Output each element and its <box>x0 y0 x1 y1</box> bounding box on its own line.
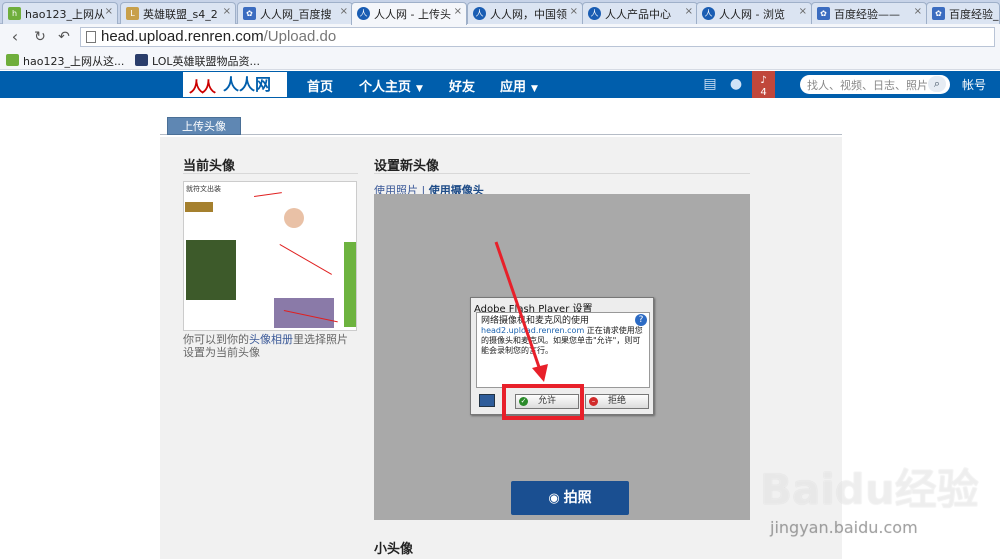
back-icon[interactable]: ‹ <box>6 28 24 46</box>
close-icon[interactable]: × <box>799 6 807 17</box>
close-icon[interactable]: × <box>914 6 922 17</box>
lol-icon <box>135 54 148 66</box>
page-icon <box>86 31 96 43</box>
friend-request-icon[interactable]: ● <box>728 76 744 92</box>
bookmark-item[interactable]: LOL英雄联盟物品资... <box>135 53 260 69</box>
new-avatar-heading: 设置新头像 <box>374 159 440 174</box>
url-path: /Upload.do <box>263 28 337 45</box>
url-input[interactable]: head.upload.renren.com/Upload.do <box>80 27 995 47</box>
deny-icon: – <box>589 397 598 406</box>
baidu-paw-icon: ✿ <box>243 7 256 20</box>
baidu-paw-icon: ✿ <box>932 7 945 20</box>
baidu-paw-icon: ✿ <box>817 7 830 20</box>
bell-icon: ♪ <box>760 75 767 86</box>
browser-tab[interactable]: 人人人网 - 浏览 × <box>696 2 812 24</box>
close-icon[interactable]: × <box>105 6 113 17</box>
close-icon[interactable]: × <box>685 6 693 17</box>
bookmarks-bar: hao123_上网从这... LOL英雄联盟物品资... <box>0 50 1000 70</box>
renren-icon: 人 <box>588 7 601 20</box>
undo-icon[interactable]: ↶ <box>55 28 73 46</box>
nav-home[interactable]: 首页 <box>307 76 333 95</box>
browser-tab[interactable]: 人人人产品中心 × <box>582 2 698 24</box>
browser-tab[interactable]: ✿ 百度经验—— × <box>811 2 927 24</box>
browser-tab[interactable]: 人人人网，中国领 × <box>467 2 583 24</box>
divider <box>374 173 750 174</box>
arrow-head <box>532 364 548 382</box>
camera-icon: ◉ <box>548 491 560 506</box>
url-host: head.upload.renren.com <box>101 28 264 45</box>
address-bar: ‹ ↻ ↶ head.upload.renren.com/Upload.do <box>0 24 1000 50</box>
avatar-album-link[interactable]: 头像相册 <box>249 333 293 346</box>
hao123-icon <box>6 54 19 66</box>
help-icon[interactable]: ? <box>635 314 647 326</box>
divider <box>183 173 358 174</box>
renren-icon: 人 <box>357 7 370 20</box>
tab-divider <box>160 134 842 135</box>
close-icon[interactable]: × <box>570 6 578 17</box>
tab-upload-avatar[interactable]: 上传头像 <box>167 117 241 135</box>
renren-icon: 人 <box>702 7 715 20</box>
site-search-input[interactable]: 找人、视频、日志、照片 ⌕ <box>800 75 950 94</box>
bookmark-item[interactable]: hao123_上网从这... <box>6 53 124 69</box>
notification-count: 4 <box>760 87 767 98</box>
site-logo[interactable]: 人人 人人网 <box>183 72 287 97</box>
arrow-shaft <box>494 241 542 371</box>
nav-apps[interactable]: 应用 ▼ <box>500 76 538 95</box>
current-avatar-image: 就符文出装 <box>183 181 357 331</box>
renren-icon: 人 <box>473 7 486 20</box>
annotation-arrow <box>494 241 548 382</box>
chevron-down-icon: ▼ <box>416 84 423 94</box>
small-avatar-heading: 小头像 <box>374 542 414 557</box>
nav-friends[interactable]: 好友 <box>449 76 475 95</box>
take-photo-button[interactable]: ◉ 拍照 <box>511 481 629 515</box>
message-icon[interactable]: ▤ <box>702 76 718 92</box>
browser-tab-bar: h hao123_上网从 × L 英雄联盟_s4_2 × ✿ 人人网_百度搜 × 人人人网 … <box>0 0 1000 25</box>
chevron-down-icon: ▼ <box>531 84 538 94</box>
nav-profile[interactable]: 个人主页 ▼ <box>359 76 423 95</box>
browser-tab-active[interactable]: 人人人网 - 上传头 × <box>351 2 467 25</box>
close-icon[interactable]: × <box>223 6 231 17</box>
avatar-help-text: 你可以到你的头像相册里选择照片设置为当前头像 <box>183 333 348 359</box>
close-icon[interactable]: × <box>454 6 462 17</box>
account-menu[interactable]: 帐号 <box>962 76 986 93</box>
lol-icon: L <box>126 7 139 20</box>
baidu-watermark: Baidu经验 jingyan.baidu.com <box>760 465 979 537</box>
search-icon[interactable]: ⌕ <box>928 76 946 92</box>
hao123-icon: h <box>8 7 21 20</box>
deny-button[interactable]: – 拒绝 <box>585 394 649 409</box>
reload-icon[interactable]: ↻ <box>31 28 49 46</box>
renren-logo-icon: 人人 <box>189 78 216 96</box>
browser-tab[interactable]: ✿ 人人网_百度搜 × <box>237 2 353 24</box>
browser-tab[interactable]: h hao123_上网从 × <box>2 2 118 24</box>
current-avatar-heading: 当前头像 <box>183 159 236 174</box>
monitor-icon[interactable] <box>479 394 495 407</box>
browser-tab[interactable]: L 英雄联盟_s4_2 × <box>120 2 236 24</box>
browser-tab[interactable]: ✿百度经验_个 <box>926 2 1000 24</box>
close-icon[interactable]: × <box>340 6 348 17</box>
